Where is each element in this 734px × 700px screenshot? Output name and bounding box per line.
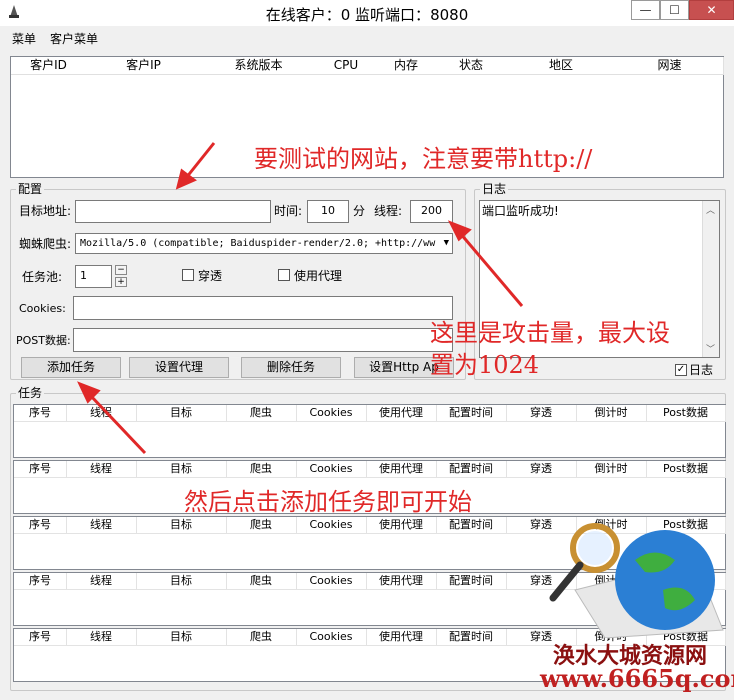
magnifier-globe-image <box>549 523 724 638</box>
arrow-to-add <box>88 393 147 455</box>
arrow-to-threads <box>458 232 524 307</box>
annotation-target: 要测试的网站，注意要带http:// <box>254 145 593 173</box>
annotation-threads-line2: 置为1024 <box>430 351 540 379</box>
annotation-add-task: 然后点击添加任务即可开始 <box>184 488 472 516</box>
arrow-to-target <box>184 142 216 179</box>
annotation-threads-line1: 这里是攻击量，最大设 <box>430 319 670 347</box>
watermark-url: www.6665q.com <box>540 664 734 693</box>
